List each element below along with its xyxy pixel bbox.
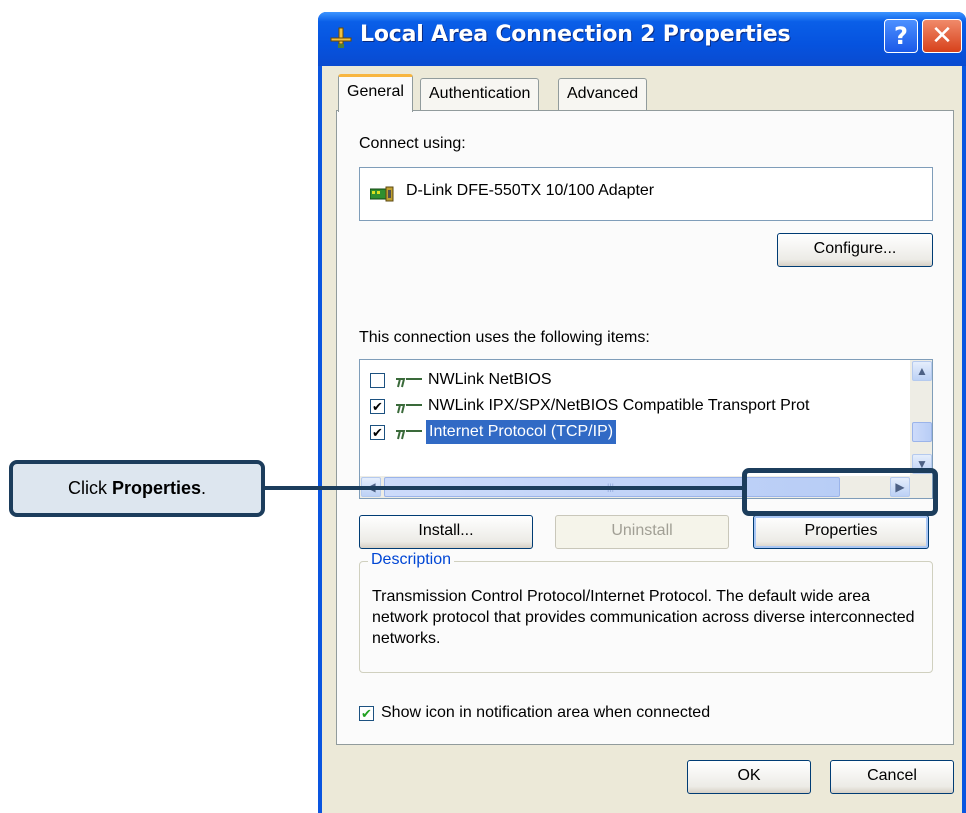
- adapter-name: D-Link DFE-550TX 10/100 Adapter: [406, 182, 655, 199]
- properties-dialog: Local Area Connection 2 Properties ? ✕ G…: [318, 12, 966, 813]
- title-bar[interactable]: Local Area Connection 2 Properties ? ✕: [318, 12, 966, 66]
- description-group: Description Transmission Control Protoco…: [359, 551, 933, 673]
- description-text: Transmission Control Protocol/Internet P…: [372, 588, 915, 647]
- ok-button[interactable]: OK: [687, 760, 811, 794]
- uninstall-button[interactable]: Uninstall: [555, 515, 729, 549]
- callout-prefix: Click: [67, 478, 107, 498]
- items-list-label: This connection uses the following items…: [359, 329, 650, 346]
- close-button[interactable]: ✕: [922, 19, 962, 53]
- help-button[interactable]: ?: [884, 19, 918, 53]
- item-checkbox[interactable]: ✔: [370, 425, 385, 440]
- general-tab-panel: Connect using: D-Link DFE-550TX 10/100 A…: [336, 110, 954, 745]
- install-button[interactable]: Install...: [359, 515, 533, 549]
- dialog-client-area: General Authentication Advanced Connect …: [322, 66, 962, 813]
- show-icon-checkbox[interactable]: ✔: [359, 706, 374, 721]
- window-title: Local Area Connection 2 Properties: [360, 22, 791, 47]
- item-label: NWLink IPX/SPX/NetBIOS Compatible Transp…: [428, 397, 810, 414]
- callout-bold: Properties: [111, 478, 202, 498]
- network-protocol-icon: [394, 426, 424, 440]
- scroll-up-icon[interactable]: ▲: [912, 361, 932, 381]
- tab-advanced[interactable]: Advanced: [558, 78, 648, 110]
- properties-button[interactable]: Properties: [753, 515, 929, 549]
- instruction-callout: Click Properties.: [9, 460, 265, 517]
- item-checkbox[interactable]: [370, 373, 385, 388]
- vertical-scroll-thumb[interactable]: [912, 422, 932, 442]
- adapter-field: D-Link DFE-550TX 10/100 Adapter: [359, 167, 933, 221]
- callout-suffix: .: [201, 478, 207, 498]
- tab-general[interactable]: General: [338, 74, 413, 112]
- network-protocol-icon: [394, 400, 424, 414]
- item-checkbox[interactable]: ✔: [370, 399, 385, 414]
- properties-highlight-frame: [742, 468, 938, 516]
- connect-using-label: Connect using:: [359, 135, 466, 152]
- vertical-scrollbar[interactable]: ▲ ▼: [910, 360, 932, 476]
- network-card-icon: [369, 186, 394, 202]
- network-connection-icon: [330, 26, 352, 50]
- description-title: Description: [368, 551, 455, 569]
- show-icon-label: Show icon in notification area when conn…: [381, 704, 711, 721]
- network-protocol-icon: [394, 374, 424, 388]
- item-label: Internet Protocol (TCP/IP): [426, 420, 617, 444]
- cancel-button[interactable]: Cancel: [830, 760, 954, 794]
- tab-authentication[interactable]: Authentication: [420, 78, 540, 110]
- configure-button[interactable]: Configure...: [777, 233, 933, 267]
- item-label: NWLink NetBIOS: [428, 371, 552, 388]
- callout-connector: [264, 486, 744, 490]
